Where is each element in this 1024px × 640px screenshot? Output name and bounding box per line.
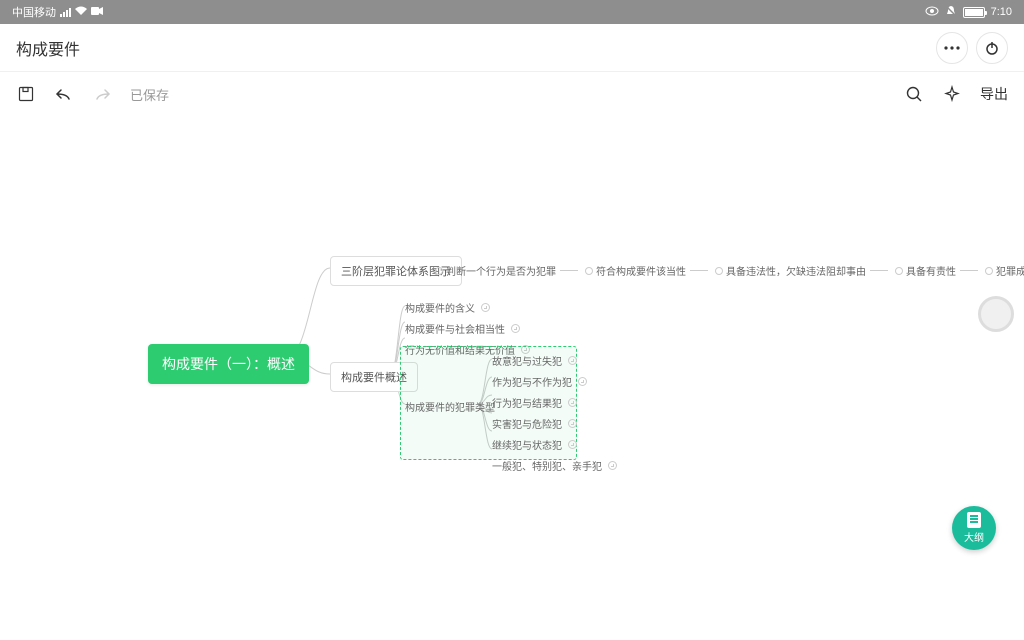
- status-right: 7:10: [925, 5, 1012, 20]
- type-node[interactable]: 故意犯与过失犯: [492, 353, 617, 368]
- sub-node-label: 构成要件与社会相当性: [405, 321, 505, 336]
- battery-icon: [963, 7, 985, 18]
- type-node-label: 故意犯与过失犯: [492, 353, 562, 368]
- flow-step[interactable]: 判断一个行为是否为犯罪: [446, 263, 556, 278]
- type-node-label: 实害犯与危险犯: [492, 416, 562, 431]
- wifi-icon: [75, 6, 87, 19]
- expand-icon[interactable]: [568, 440, 577, 449]
- types-node-label: 构成要件的犯罪类型: [405, 403, 495, 414]
- document-icon: [967, 512, 981, 528]
- expand-icon[interactable]: [608, 461, 617, 470]
- document-title: 构成要件: [16, 36, 80, 60]
- title-actions: [936, 32, 1008, 64]
- bell-off-icon: [945, 5, 957, 20]
- outline-fab[interactable]: 大纲: [952, 506, 996, 550]
- mindmap-canvas[interactable]: 构成要件（一）：概述 三阶层犯罪论体系图示 判断一个行为是否为犯罪 符合构成要件…: [0, 116, 1024, 640]
- undo-icon[interactable]: [54, 84, 74, 104]
- title-bar: 构成要件: [0, 24, 1024, 72]
- expand-icon[interactable]: [578, 377, 587, 386]
- type-node[interactable]: 实害犯与危险犯: [492, 416, 617, 431]
- expand-icon[interactable]: [568, 356, 577, 365]
- overview-node-label: 构成要件概述: [341, 372, 407, 384]
- type-node[interactable]: 行为犯与结果犯: [492, 395, 617, 410]
- search-icon[interactable]: [904, 84, 924, 104]
- types-list: 故意犯与过失犯 作为犯与不作为犯 行为犯与结果犯 实害犯与危险犯 继续犯与状态犯…: [492, 353, 617, 479]
- system-flow: 判断一个行为是否为犯罪 符合构成要件该当性 具备违法性，欠缺违法阻却事由 具备有…: [432, 263, 1024, 278]
- sparkle-icon[interactable]: [942, 84, 962, 104]
- floating-avatar[interactable]: [978, 296, 1014, 332]
- expand-icon[interactable]: [568, 398, 577, 407]
- type-node[interactable]: 继续犯与状态犯: [492, 437, 617, 452]
- flow-step[interactable]: 符合构成要件该当性: [596, 263, 686, 278]
- sub-node-label: 构成要件的含义: [405, 300, 475, 315]
- root-node-label: 构成要件（一）：概述: [162, 356, 295, 372]
- expand-icon[interactable]: [481, 303, 490, 312]
- type-node[interactable]: 作为犯与不作为犯: [492, 374, 617, 389]
- saved-status: 已保存: [130, 85, 169, 104]
- fab-label: 大纲: [964, 529, 984, 544]
- export-button[interactable]: 导出: [980, 84, 1008, 104]
- type-node[interactable]: 一般犯、特别犯、亲手犯: [492, 458, 617, 473]
- toolbar: 已保存 导出: [0, 72, 1024, 116]
- redo-icon[interactable]: [92, 84, 112, 104]
- signal-icon: [60, 7, 71, 17]
- eye-icon: [925, 6, 939, 19]
- flow-step[interactable]: 犯罪成立: [996, 263, 1024, 278]
- type-node-label: 一般犯、特别犯、亲手犯: [492, 458, 602, 473]
- status-left: 中国移动: [12, 4, 103, 20]
- types-node[interactable]: 构成要件的犯罪类型: [405, 399, 495, 414]
- flow-step[interactable]: 具备违法性，欠缺违法阻却事由: [726, 263, 866, 278]
- sub-node[interactable]: 构成要件与社会相当性: [405, 321, 530, 336]
- more-button[interactable]: [936, 32, 968, 64]
- android-status-bar: 中国移动 7:10: [0, 0, 1024, 24]
- expand-icon[interactable]: [511, 324, 520, 333]
- save-icon[interactable]: [16, 84, 36, 104]
- root-node[interactable]: 构成要件（一）：概述: [148, 344, 309, 384]
- flow-step[interactable]: 具备有责性: [906, 263, 956, 278]
- sub-node[interactable]: 构成要件的含义: [405, 300, 530, 315]
- video-icon: [91, 6, 103, 18]
- type-node-label: 行为犯与结果犯: [492, 395, 562, 410]
- type-node-label: 继续犯与状态犯: [492, 437, 562, 452]
- type-node-label: 作为犯与不作为犯: [492, 374, 572, 389]
- carrier-label: 中国移动: [12, 4, 56, 20]
- clock-label: 7:10: [991, 6, 1012, 18]
- expand-icon[interactable]: [568, 419, 577, 428]
- power-button[interactable]: [976, 32, 1008, 64]
